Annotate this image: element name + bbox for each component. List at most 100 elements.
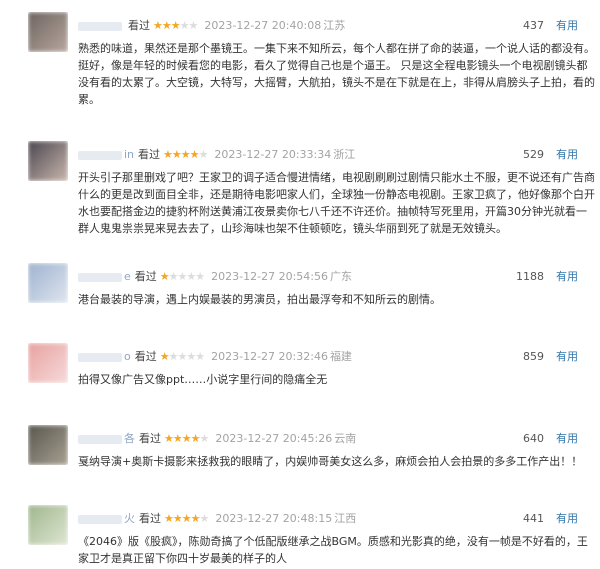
review-header: o 看过 ★★★★★ 2023-12-27 20:32:46 福建 xyxy=(78,349,352,365)
star-filled-icon: ★ xyxy=(170,19,181,32)
review-location: 江西 xyxy=(334,512,357,525)
avatar[interactable] xyxy=(28,141,68,181)
username-visible-part: e xyxy=(124,270,131,283)
avatar-image xyxy=(28,141,68,181)
rating-stars: ★★★★★ xyxy=(153,19,198,32)
star-filled-icon: ★ xyxy=(181,432,192,445)
review-location: 江苏 xyxy=(323,19,346,32)
watched-label: 看过 xyxy=(139,512,161,525)
review-text-line: 没有看的太累了。大空镜，大特写，大摇臂，大航拍，镜头不是在下就是在上，非得从肩膀… xyxy=(78,76,595,89)
star-filled-icon: ★ xyxy=(161,19,172,32)
useful-button[interactable]: 有用 xyxy=(556,18,578,34)
review-text: 港台最装的导演，遇上内娱最装的男演员，拍出最浮夸和不知所云的剧情。 xyxy=(78,291,578,308)
useful-count: 529 xyxy=(523,148,544,161)
review-text-line: 开头引子那里删戏了吧？王家卫的调子适合慢进情绪，电视剧刷刷过剧情只能水土不服，更… xyxy=(78,171,595,184)
review-text-line: 群人鬼鬼祟祟晃来晃去去了，山珍海味也架不住顿顿吃，镜头华丽到死了就是无效镜头。 xyxy=(78,222,507,235)
username-visible-part: 各 xyxy=(124,432,135,445)
username-link[interactable]: e xyxy=(78,270,131,283)
avatar[interactable] xyxy=(28,425,68,465)
rating-stars: ★★★★★ xyxy=(159,270,205,283)
username-link[interactable]: 火 xyxy=(78,512,135,525)
useful-count: 1188 xyxy=(516,270,544,283)
watched-label: 看过 xyxy=(138,148,161,161)
rating-stars: ★★★★★ xyxy=(160,350,205,363)
review-time: 2023-12-27 20:32:46 xyxy=(211,350,328,363)
username-redaction xyxy=(78,434,122,444)
review-time: 2023-12-27 20:45:26 xyxy=(215,432,333,445)
review-text-line: 拍得又像广告又像ppt……小说字里行间的隐痛全无 xyxy=(78,373,328,386)
star-empty-icon: ★ xyxy=(198,148,209,161)
star-empty-icon: ★ xyxy=(168,270,179,283)
star-filled-icon: ★ xyxy=(153,19,163,32)
useful-button[interactable]: 有用 xyxy=(556,431,578,447)
star-filled-icon: ★ xyxy=(190,512,201,525)
star-filled-icon: ★ xyxy=(190,432,201,445)
username-redaction xyxy=(78,272,122,282)
username-redaction xyxy=(78,514,122,524)
avatar-image xyxy=(28,425,68,465)
useful-count: 640 xyxy=(523,432,544,445)
rating-stars: ★★★★★ xyxy=(164,512,209,525)
review-header: in 看过 ★★★★★ 2023-12-27 20:33:34 浙江 xyxy=(78,147,355,163)
useful-button[interactable]: 有用 xyxy=(556,269,578,285)
star-empty-icon: ★ xyxy=(186,350,196,363)
avatar[interactable] xyxy=(28,12,68,52)
star-filled-icon: ★ xyxy=(164,432,174,445)
star-filled-icon: ★ xyxy=(180,148,191,161)
review-header: e 看过 ★★★★★ 2023-12-27 20:54:56 广东 xyxy=(78,269,352,285)
useful-button[interactable]: 有用 xyxy=(556,511,578,527)
watched-label: 看过 xyxy=(139,432,161,445)
review-time: 2023-12-27 20:48:15 xyxy=(215,512,333,525)
review-location: 云南 xyxy=(334,432,357,445)
review-text-line: 挺好，像是年轻的时候看您的电影，看久了觉得自己也是个逼王。 只是这全程电影镜头一… xyxy=(78,59,588,72)
avatar[interactable] xyxy=(28,263,68,303)
avatar-image xyxy=(28,505,68,545)
review-text: 开头引子那里删戏了吧？王家卫的调子适合慢进情绪，电视剧刷刷过剧情只能水土不服，更… xyxy=(78,169,595,237)
review-text: 戛纳导演+奥斯卡摄影来拯救我的眼睛了，内娱帅哥美女这么多，麻烦会拍人会拍景的多多… xyxy=(78,453,583,470)
useful-count: 441 xyxy=(523,512,544,525)
review-location: 浙江 xyxy=(333,148,356,161)
review-time: 2023-12-27 20:54:56 xyxy=(211,270,328,283)
review-text-line: 《2046》版《股疯》，陈勋奇搞了个低配版继承之战BGM。质感和光影真的绝，没有… xyxy=(78,535,588,548)
review-header: 各看过 ★★★★★ 2023-12-27 20:45:26 云南 xyxy=(78,431,356,447)
username-link[interactable]: 各 xyxy=(78,432,135,445)
avatar[interactable] xyxy=(28,343,68,383)
star-empty-icon: ★ xyxy=(186,270,196,283)
star-filled-icon: ★ xyxy=(172,512,183,525)
review-time: 2023-12-27 20:40:08 xyxy=(204,19,322,32)
username-link[interactable]: in xyxy=(78,148,134,161)
username-link[interactable] xyxy=(78,19,124,32)
username-link[interactable]: o xyxy=(78,350,131,363)
watched-label: 看过 xyxy=(134,350,157,363)
star-empty-icon: ★ xyxy=(199,432,210,445)
username-visible-part: in xyxy=(124,148,135,161)
useful-count: 437 xyxy=(523,19,544,32)
useful-button[interactable]: 有用 xyxy=(556,147,578,163)
review-header: 看过 ★★★★★ 2023-12-27 20:40:08 江苏 xyxy=(78,18,345,34)
star-filled-icon: ★ xyxy=(181,512,192,525)
useful-count: 859 xyxy=(523,350,544,363)
review-text: 拍得又像广告又像ppt……小说字里行间的隐痛全无 xyxy=(78,371,578,388)
username-visible-part: o xyxy=(124,350,131,363)
username-visible-part: 火 xyxy=(124,512,135,525)
star-empty-icon: ★ xyxy=(195,350,205,363)
review-location: 广东 xyxy=(329,270,352,283)
useful-button[interactable]: 有用 xyxy=(556,349,578,365)
review-text-line: 累。 xyxy=(78,93,100,106)
review-text-line: 水也要配搭金边的捷豹杯附送黄浦江夜景卖你七八千还不许还价。抽帧特写死里用，开篇3… xyxy=(78,205,587,218)
avatar-image xyxy=(28,263,68,303)
review-time: 2023-12-27 20:33:34 xyxy=(214,148,332,161)
review-text-line: 戛纳导演+奥斯卡摄影来拯救我的眼睛了，内娱帅哥美女这么多，麻烦会拍人会拍景的多多… xyxy=(78,455,583,468)
review-header: 火看过 ★★★★★ 2023-12-27 20:48:15 江西 xyxy=(78,511,356,527)
avatar[interactable] xyxy=(28,505,68,545)
review-text-line: 什么的更是改到面目全非，还是期待电影吧家人们，全球独一份静态电视剧。王家卫疯了，… xyxy=(78,188,595,201)
username-redaction xyxy=(78,150,122,160)
review-text-line: 港台最装的导演，遇上内娱最装的男演员，拍出最浮夸和不知所云的剧情。 xyxy=(78,293,441,306)
star-filled-icon: ★ xyxy=(159,270,170,283)
star-filled-icon: ★ xyxy=(164,512,174,525)
star-filled-icon: ★ xyxy=(171,148,182,161)
star-filled-icon: ★ xyxy=(189,148,200,161)
avatar-image xyxy=(28,12,68,52)
review-text-line: 熟悉的味道，果然还是那个墨镜王。一集下来不知所云，每个人都在拼了命的装逼，一个说… xyxy=(78,42,595,55)
star-empty-icon: ★ xyxy=(179,19,190,32)
